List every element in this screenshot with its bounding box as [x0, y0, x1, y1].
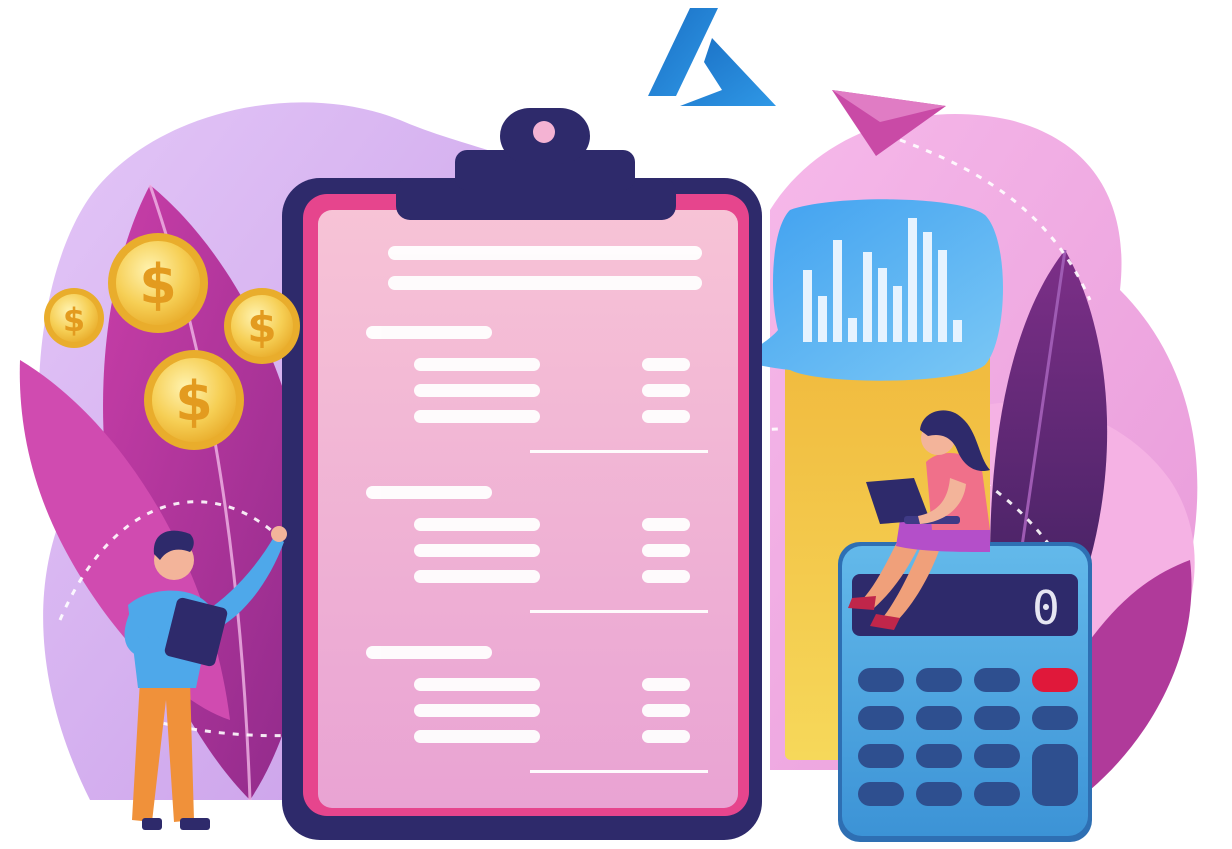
clipboard-icon	[282, 108, 762, 840]
azure-logo-icon	[648, 8, 776, 106]
finance-illustration: $ $ $ $ 0	[19, 8, 1198, 842]
svg-text:$: $	[139, 253, 177, 316]
svg-text:$: $	[63, 301, 85, 339]
calculator-display: 0	[1032, 581, 1060, 635]
svg-text:$: $	[247, 303, 276, 352]
svg-text:$: $	[175, 370, 213, 433]
